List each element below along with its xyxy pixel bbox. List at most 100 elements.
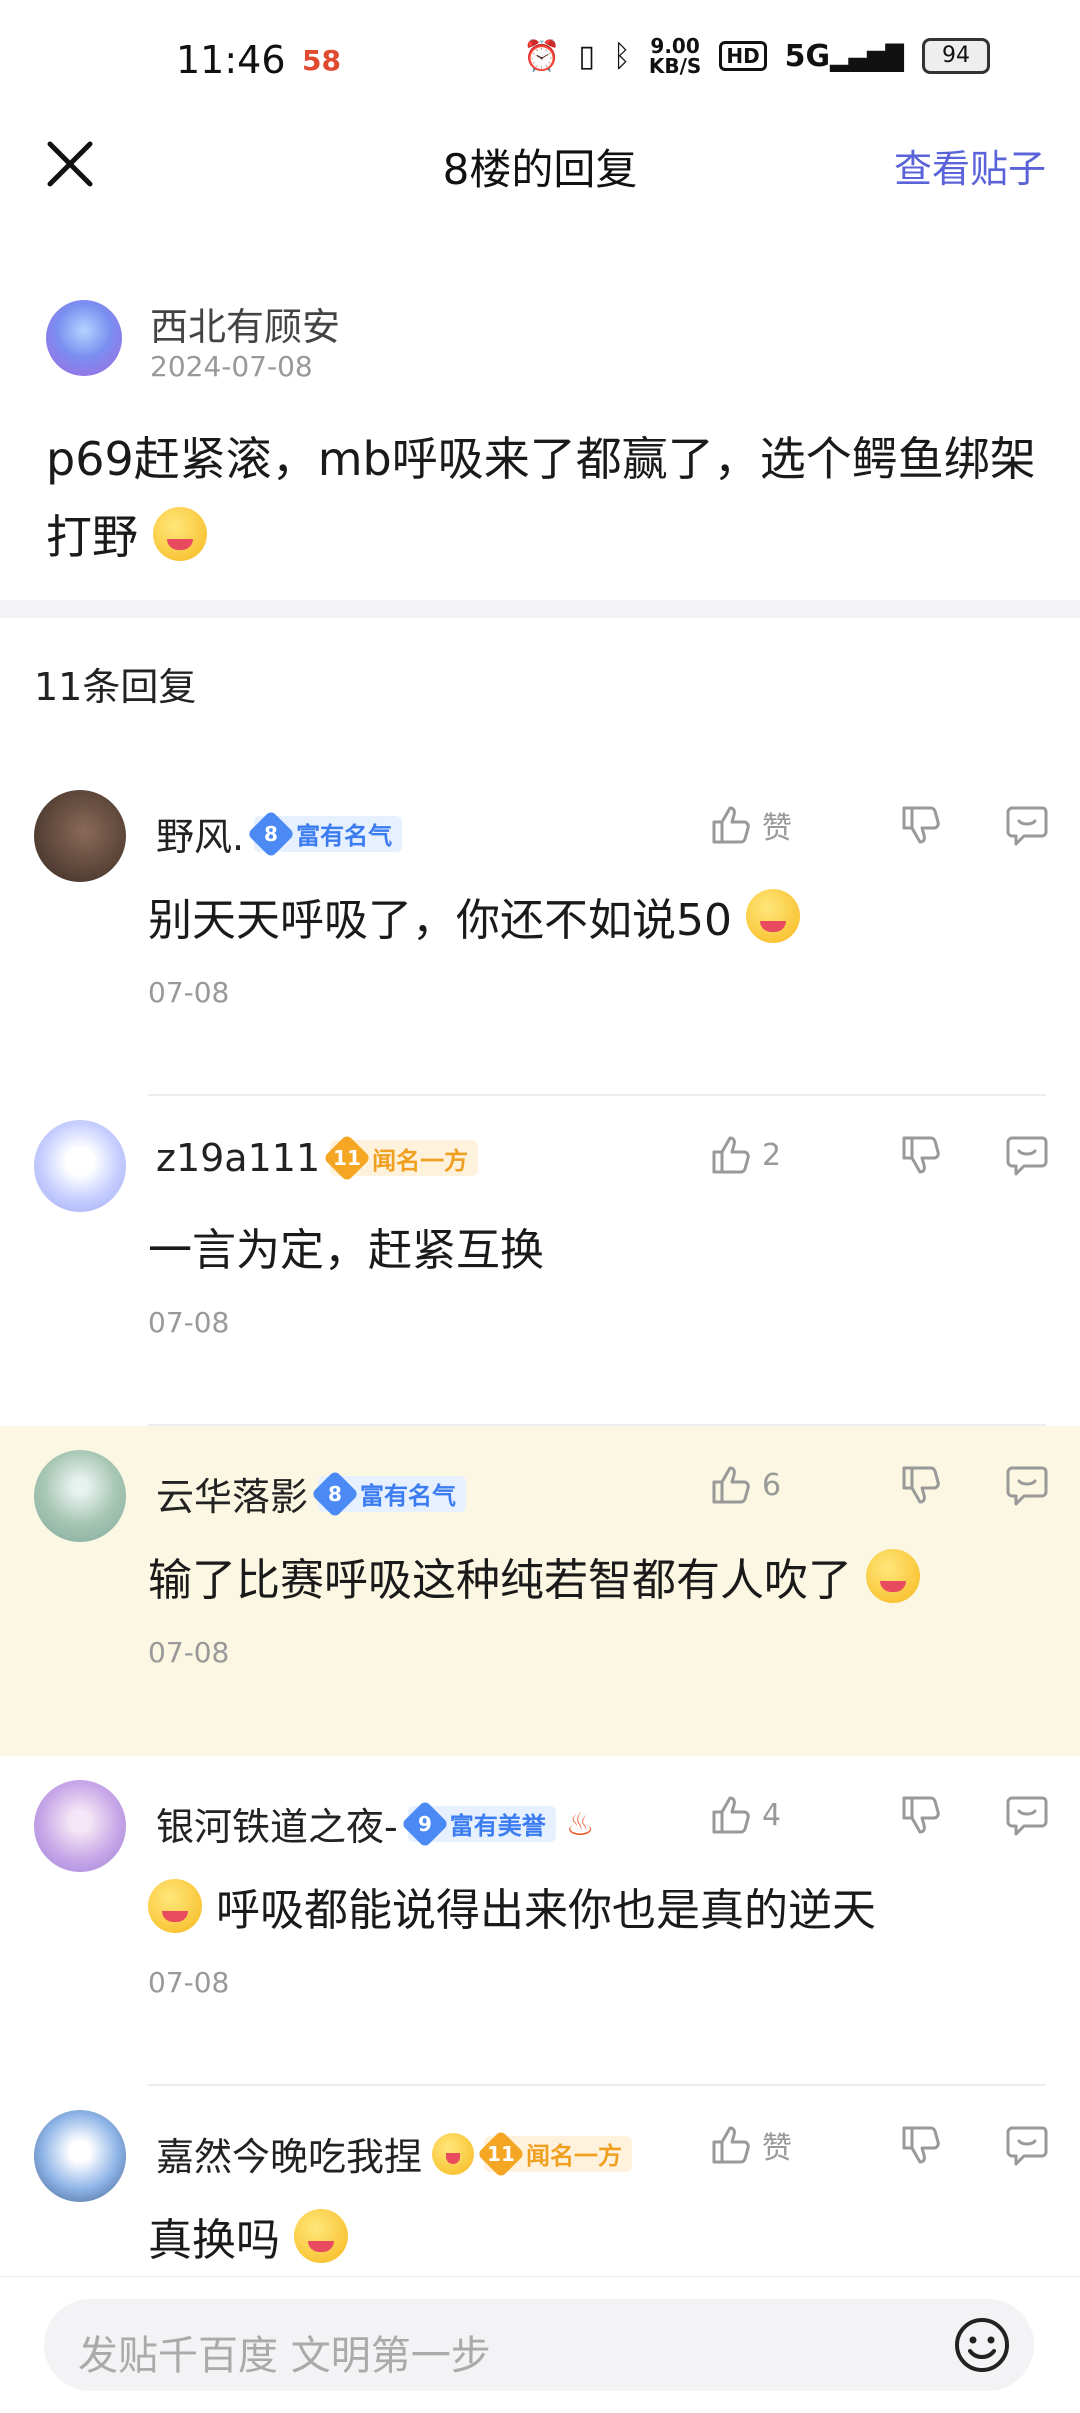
like-button[interactable]: 6 [708,1462,838,1508]
post-date: 2024-07-08 [150,350,313,383]
level-badge: 9 富有美誉 [400,1799,556,1848]
like-count: 4 [762,1797,782,1833]
reply-author: 银河铁道之夜- 9 富有美誉 ♨ [156,1796,594,1851]
reply-content: 一言为定，赶紧互换 [148,1214,544,1278]
fire-icon: ♨ [565,1804,595,1843]
reply-text: 输了比赛呼吸这种纯若智都有人吹了 [148,1555,852,1606]
reply-input-placeholder: 发贴千百度 文明第一步 [78,2333,491,2379]
status-icons: ⏰ ▯ ᛒ 9.00 KB/S HD 5G▂▄▆█ 94 [523,36,990,76]
reply-input[interactable]: 发贴千百度 文明第一步 [44,2299,1034,2391]
reply-count: 11条回复 [34,665,197,709]
laughing-emoji-icon [148,1879,202,1933]
reply-author-name[interactable]: 野风. [156,806,244,861]
reply-text: 别天天呼吸了，你还不如说50 [148,895,732,946]
level-title: 富有名气 [296,822,393,850]
reply-text: 真换吗 [148,2215,280,2266]
list-item[interactable]: z19a111 11 闻名一方 2 一言为定，赶紧互换 07-08 [0,1096,1080,1426]
level-value: 8 [264,821,279,846]
like-button[interactable]: 2 [708,1132,838,1178]
list-item[interactable]: 野风. 8 富有名气 赞 别天天呼吸了，你还不如说50 07-08 [0,766,1080,1096]
reply-date: 07-08 [148,1636,230,1669]
level-value: 9 [417,1811,432,1836]
thumbs-down-icon[interactable] [898,1462,944,1508]
list-item[interactable]: 云华落影 8 富有名气 6 输了比赛呼吸这种纯若智都有人吹了 07-08 [0,1426,1080,1756]
reply-author: 野风. 8 富有名气 [156,806,403,861]
thumbs-down-icon[interactable] [898,2122,944,2168]
heart-eyes-emoji-icon [432,2132,475,2175]
level-title: 富有名气 [360,1482,457,1510]
reply-actions: 6 [708,1462,1050,1508]
header: 8楼的回复 查看贴子 [0,124,1080,204]
reply-date: 07-08 [148,1306,230,1339]
thumbs-up-icon [712,2126,750,2164]
like-count: 2 [762,1137,782,1173]
reply-actions: 2 [708,1132,1050,1178]
level-number: 9 [400,1799,449,1848]
avatar[interactable] [46,300,122,376]
reply-author-name[interactable]: 云华落影 [156,1466,308,1521]
thumbs-up-icon [712,1136,750,1174]
like-button[interactable]: 赞 [708,2122,838,2168]
author-name[interactable]: 西北有顾安 [150,296,340,351]
level-title: 闻名一方 [526,2142,623,2170]
avatar[interactable] [34,1780,126,1872]
reply-composer: 发贴千百度 文明第一步 [0,2276,1080,2413]
signal-label: 5G [784,38,831,74]
avatar[interactable] [34,790,126,882]
level-number: 8 [247,809,296,858]
reply-author: 嘉然今晚吃我捏 11 闻名一方 [156,2126,633,2181]
laughing-emoji-icon [152,507,207,561]
reply-text: 一言为定，赶紧互换 [148,1225,544,1276]
comment-icon[interactable] [1004,1132,1050,1178]
reply-content: 输了比赛呼吸这种纯若智都有人吹了 [148,1544,920,1608]
like-count: 6 [762,1467,782,1503]
reply-content: 真换吗 [148,2204,348,2268]
like-button[interactable]: 4 [708,1792,838,1838]
reply-actions: 4 [708,1792,1050,1838]
reply-date: 07-08 [148,976,230,1009]
battery-icon: 94 [922,38,990,74]
comment-icon[interactable] [1004,802,1050,848]
section-divider [0,600,1080,618]
hd-icon: HD [719,41,767,71]
thumbs-down-icon[interactable] [898,1132,944,1178]
reply-content: 别天天呼吸了，你还不如说50 [148,884,800,948]
comment-icon[interactable] [1004,2122,1050,2168]
level-badge: 11 闻名一方 [476,2129,633,2178]
level-badge: 11 闻名一方 [323,1133,479,1183]
smug-emoji-icon [746,889,800,943]
reply-author: z19a111 11 闻名一方 [156,1133,479,1183]
signal-icon: 5G▂▄▆█ [784,38,904,74]
status-time: 11:46 [176,38,286,82]
laughing-emoji-icon [294,2209,348,2263]
reply-author-name[interactable]: z19a111 [156,1136,320,1180]
reply-author-name[interactable]: 嘉然今晚吃我捏 [156,2126,422,2181]
network-speed-value: 9.00 KB/S [648,34,702,78]
network-speed: 9.00 KB/S [649,36,701,76]
emoji-picker-icon[interactable] [952,2315,1012,2375]
thumbs-up-icon [712,1466,750,1504]
bluetooth-icon: ᛒ [612,38,631,74]
like-button[interactable]: 赞 [708,802,838,848]
like-count: 赞 [762,2131,792,2166]
reply-actions: 赞 [708,802,1050,848]
thumbs-down-icon[interactable] [898,1792,944,1838]
status-bar: 11:46 58 ⏰ ▯ ᛒ 9.00 KB/S HD 5G▂▄▆█ 94 [0,0,1080,124]
comment-icon[interactable] [1004,1792,1050,1838]
thumbs-down-icon[interactable] [898,802,944,848]
avatar[interactable] [34,1450,126,1542]
reply-content: 呼吸都能说得出来你也是真的逆天 [148,1874,876,1938]
alarm-icon: ⏰ [523,38,561,74]
comment-icon[interactable] [1004,1462,1050,1508]
level-number: 11 [323,1133,372,1183]
avatar[interactable] [34,1120,126,1212]
like-count: 赞 [762,811,792,846]
reply-author-name[interactable]: 银河铁道之夜- [156,1796,398,1851]
list-item[interactable]: 银河铁道之夜- 9 富有美誉 ♨ 4 呼吸都能说得出来你也是真的逆天 07-08 [0,1756,1080,2086]
level-number: 11 [476,2129,526,2178]
laughing-emoji-icon [866,1549,920,1603]
avatar[interactable] [34,2110,126,2202]
list-item[interactable]: 嘉然今晚吃我捏 11 闻名一方 赞 真换吗 [0,2086,1080,2276]
view-post-link[interactable]: 查看贴子 [894,138,1046,193]
thumbs-up-icon [712,1796,750,1834]
